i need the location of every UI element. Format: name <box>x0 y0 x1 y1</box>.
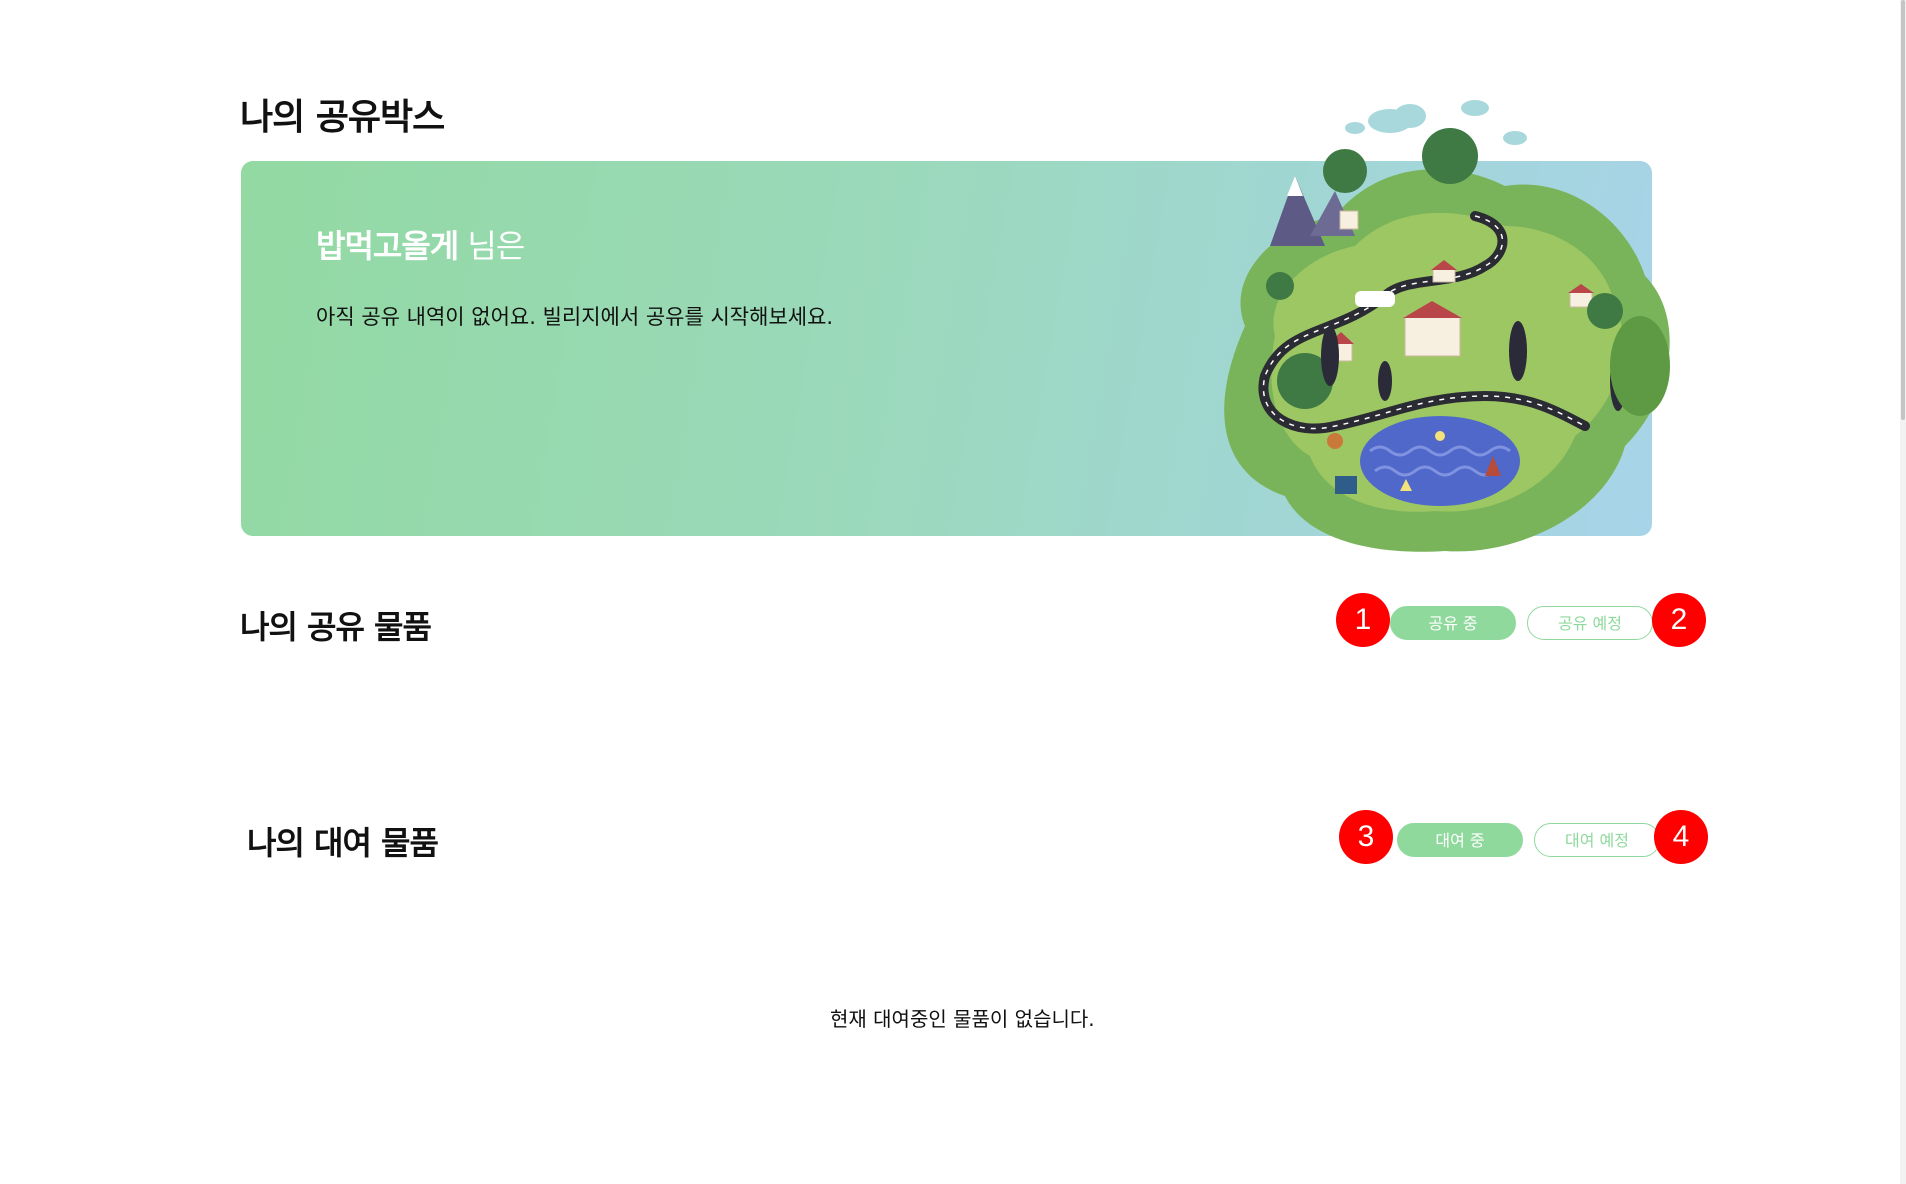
tab-renting-scheduled[interactable]: 대여 예정 <box>1534 823 1660 857</box>
greeting-suffix: 님은 <box>467 227 525 265</box>
annotation-marker-4: 4 <box>1654 810 1708 864</box>
share-section-title: 나의 공유 물품 <box>240 608 432 646</box>
annotation-marker-1: 1 <box>1336 593 1390 647</box>
tab-renting-now[interactable]: 대여 중 <box>1397 823 1523 857</box>
page-title: 나의 공유박스 <box>240 97 445 138</box>
greeting: 밥먹고올게 님은 <box>316 221 525 267</box>
user-nickname: 밥먹고올게 <box>316 227 459 265</box>
tab-sharing-scheduled[interactable]: 공유 예정 <box>1527 606 1653 640</box>
scrollbar[interactable] <box>1900 0 1906 1184</box>
rental-section-title: 나의 대여 물품 <box>247 824 439 862</box>
banner-message: 아직 공유 내역이 없어요. 빌리지에서 공유를 시작해보세요. <box>316 305 834 329</box>
village-illustration <box>1224 100 1670 552</box>
rental-empty-message: 현재 대여중인 물품이 없습니다. <box>830 1007 1095 1031</box>
annotation-marker-2: 2 <box>1652 593 1706 647</box>
annotation-marker-3: 3 <box>1339 810 1393 864</box>
tab-sharing-now[interactable]: 공유 중 <box>1390 606 1516 640</box>
scrollbar-thumb[interactable] <box>1901 0 1905 420</box>
